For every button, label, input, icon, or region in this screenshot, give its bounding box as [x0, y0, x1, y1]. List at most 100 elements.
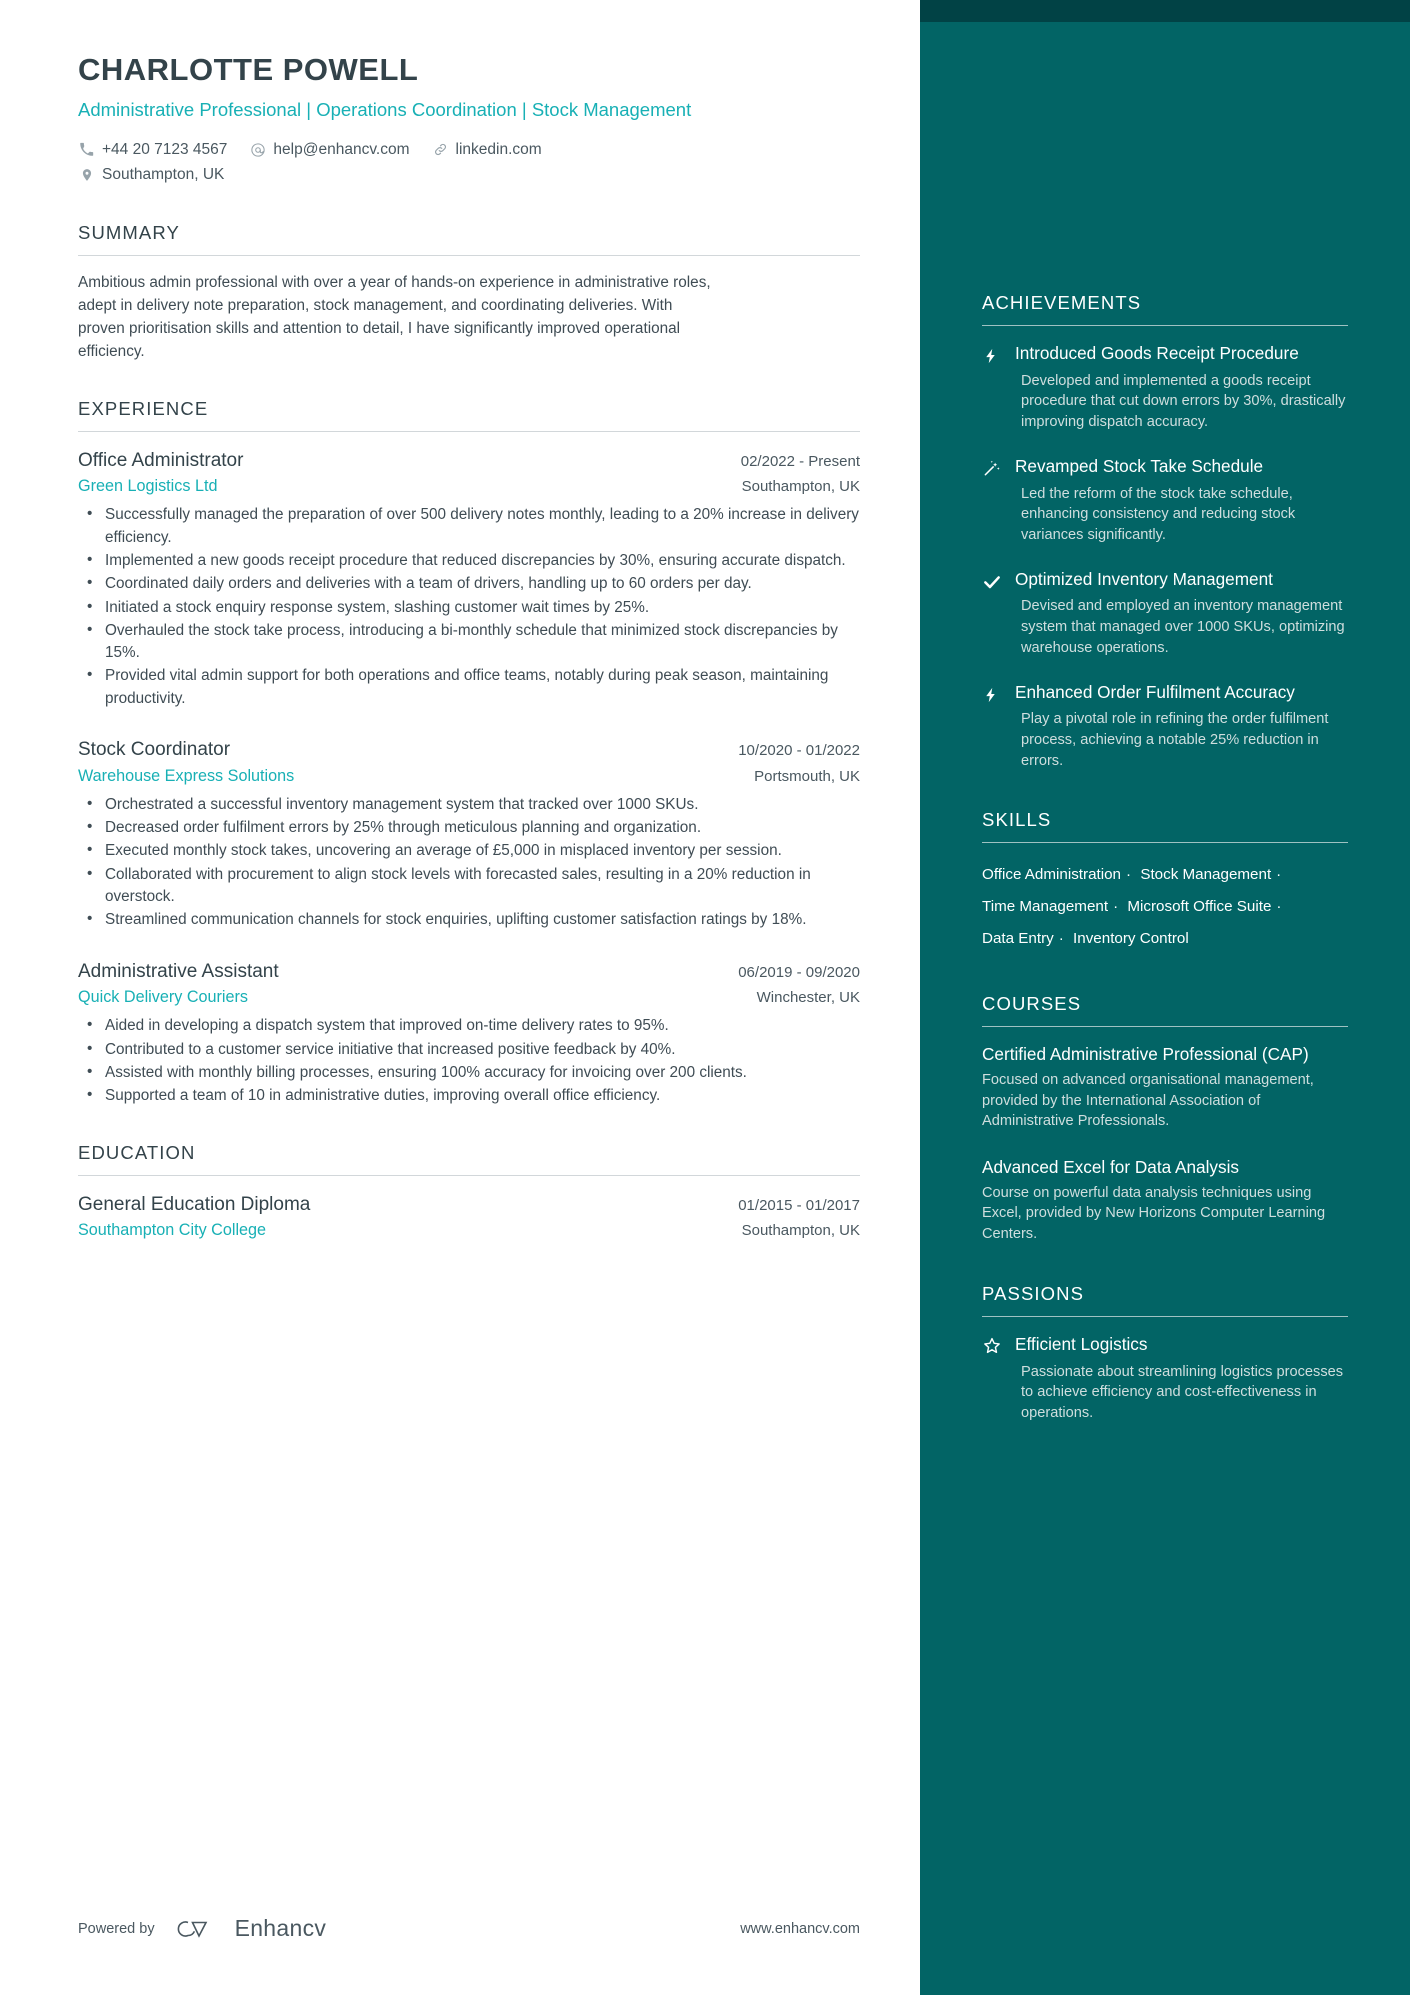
list-item: Assisted with monthly billing processes,…	[78, 1061, 860, 1084]
list-item: Provided vital admin support for both op…	[78, 664, 860, 710]
location-pin-icon	[78, 166, 95, 183]
school-name[interactable]: Southampton City College	[78, 1218, 266, 1243]
job-location: Portsmouth, UK	[754, 767, 860, 785]
sidebar-content: ACHIEVEMENTS Introduced Goods Receipt Pr…	[982, 0, 1348, 1424]
skill-separator: ·	[1113, 898, 1119, 916]
contact-linkedin[interactable]: linkedin.com	[432, 137, 542, 162]
job-role: Office Administrator	[78, 449, 244, 471]
job-dates: 06/2019 - 09/2020	[738, 963, 860, 981]
job-bullets: Successfully managed the preparation of …	[78, 503, 860, 710]
job-company[interactable]: Green Logistics Ltd	[78, 474, 217, 499]
achievement-item: Introduced Goods Receipt Procedure Devel…	[982, 342, 1348, 433]
education-entry-header: General Education Diploma 01/2015 - 01/2…	[78, 1191, 860, 1219]
list-item: Streamlined communication channels for s…	[78, 908, 860, 931]
email-icon	[249, 141, 266, 158]
contact-email-text: help@enhancv.com	[273, 141, 410, 159]
brand-name: Enhancv	[234, 1915, 327, 1941]
job-company[interactable]: Warehouse Express Solutions	[78, 764, 294, 789]
section-title-courses: COURSES	[982, 993, 1348, 1028]
main-column: CHARLOTTE POWELL Administrative Professi…	[0, 0, 920, 1995]
skill-tag: Time Management	[982, 898, 1109, 916]
achievement-desc: Developed and implemented a goods receip…	[1021, 372, 1346, 431]
experience-entry-header: Stock Coordinator 10/2020 - 01/2022	[78, 736, 860, 764]
degree-name: General Education Diploma	[78, 1193, 311, 1215]
list-item: Initiated a stock enquiry response syste…	[78, 595, 860, 619]
section-achievements: ACHIEVEMENTS Introduced Goods Receipt Pr…	[982, 292, 1348, 771]
experience-entry-header: Office Administrator 02/2022 - Present	[78, 447, 860, 475]
achievement-body: Optimized Inventory Management Devised a…	[1008, 568, 1348, 659]
experience-entry-header: Administrative Assistant 06/2019 - 09/20…	[78, 958, 860, 986]
experience-entry-subheader: Green Logistics Ltd Southampton, UK	[78, 474, 860, 499]
course-desc: Focused on advanced organisational manag…	[982, 1071, 1314, 1130]
skill-separator: ·	[1276, 866, 1282, 884]
list-item: Overhauled the stock take process, intro…	[78, 619, 860, 665]
job-bullets: Aided in developing a dispatch system th…	[78, 1014, 860, 1107]
star-outline-icon	[982, 1333, 1008, 1424]
contact-linkedin-text: linkedin.com	[455, 141, 542, 159]
contact-location-text: Southampton, UK	[102, 166, 225, 184]
experience-entry: Office Administrator 02/2022 - Present G…	[78, 447, 860, 711]
achievement-title: Optimized Inventory Management	[1015, 568, 1273, 589]
list-item: Decreased order fulfilment errors by 25%…	[78, 816, 860, 839]
job-dates: 10/2020 - 01/2022	[738, 742, 860, 760]
list-item: Successfully managed the preparation of …	[78, 503, 860, 549]
job-role: Administrative Assistant	[78, 960, 279, 982]
professional-headline: Administrative Professional | Operations…	[78, 98, 692, 120]
achievement-desc: Led the reform of the stock take schedul…	[1021, 485, 1296, 543]
contact-line-secondary: Southampton, UK	[78, 162, 860, 187]
list-item: Collaborated with procurement to align s…	[78, 863, 860, 909]
list-item: Executed monthly stock takes, uncovering…	[78, 839, 860, 862]
link-icon	[432, 141, 449, 158]
bolt-icon	[982, 681, 1008, 772]
education-entry-subheader: Southampton City College Southampton, UK	[78, 1218, 860, 1243]
enhancv-logo-icon	[172, 1916, 218, 1942]
contact-email[interactable]: help@enhancv.com	[249, 137, 410, 162]
course-item: Advanced Excel for Data Analysis Course …	[982, 1156, 1348, 1245]
course-title: Advanced Excel for Data Analysis	[982, 1157, 1239, 1178]
sidebar-top-band	[920, 0, 1410, 22]
section-skills: SKILLS Office Administration · Stock Mana…	[982, 809, 1348, 955]
passion-item: Efficient Logistics Passionate about str…	[982, 1333, 1348, 1424]
achievement-desc: Play a pivotal role in refining the orde…	[1021, 711, 1329, 769]
achievement-title: Revamped Stock Take Schedule	[1015, 455, 1264, 476]
school-location: Southampton, UK	[741, 1222, 860, 1240]
skill-tag: Data Entry	[982, 930, 1054, 948]
page-footer: Powered by Enhancv www.enhancv.com	[78, 1915, 860, 1942]
achievement-body: Enhanced Order Fulfilment Accuracy Play …	[1008, 681, 1348, 772]
section-passions: PASSIONS Efficient Logistics Passionate …	[982, 1283, 1348, 1424]
section-title-experience: EXPERIENCE	[78, 398, 860, 432]
website-url[interactable]: www.enhancv.com	[740, 1921, 860, 1937]
resume-page: CHARLOTTE POWELL Administrative Professi…	[0, 0, 1410, 1995]
section-courses: COURSES Certified Administrative Profess…	[982, 993, 1348, 1245]
job-company[interactable]: Quick Delivery Couriers	[78, 985, 248, 1010]
education-entry: General Education Diploma 01/2015 - 01/2…	[78, 1191, 860, 1244]
list-item: Orchestrated a successful inventory mana…	[78, 793, 860, 816]
contact-location: Southampton, UK	[78, 162, 224, 187]
list-item: Implemented a new goods receipt procedur…	[78, 549, 860, 572]
page-title: CHARLOTTE POWELL	[78, 52, 419, 87]
achievement-item: Revamped Stock Take Schedule Led the ref…	[982, 455, 1348, 546]
powered-by-label: Powered by	[78, 1920, 155, 1937]
course-desc: Course on powerful data analysis techniq…	[982, 1184, 1326, 1243]
section-title-passions: PASSIONS	[982, 1283, 1348, 1317]
bolt-icon	[982, 342, 1008, 433]
magic-wand-icon	[982, 455, 1008, 546]
list-item: Coordinated daily orders and deliveries …	[78, 572, 860, 595]
degree-dates: 01/2015 - 01/2017	[738, 1196, 860, 1214]
skills-list: Office Administration · Stock Management ·…	[982, 859, 1348, 955]
experience-entry-subheader: Warehouse Express Solutions Portsmouth, …	[78, 764, 860, 789]
course-title: Certified Administrative Professional (C…	[982, 1044, 1309, 1065]
sidebar: ACHIEVEMENTS Introduced Goods Receipt Pr…	[920, 0, 1410, 1995]
list-item: Supported a team of 10 in administrative…	[78, 1084, 860, 1107]
section-experience: EXPERIENCE Office Administrator 02/2022 …	[78, 398, 860, 1108]
contact-phone[interactable]: +44 20 7123 4567	[78, 137, 227, 162]
section-title-summary: SUMMARY	[78, 222, 860, 256]
experience-entry: Administrative Assistant 06/2019 - 09/20…	[78, 958, 860, 1108]
skill-tag: Inventory Control	[1073, 930, 1189, 948]
list-item: Aided in developing a dispatch system th…	[78, 1014, 860, 1037]
section-education: EDUCATION General Education Diploma 01/2…	[78, 1142, 860, 1244]
skill-separator: ·	[1126, 866, 1132, 884]
job-role: Stock Coordinator	[78, 739, 231, 761]
contact-line-primary: +44 20 7123 4567 help@enhancv.com linked…	[78, 137, 860, 162]
course-item: Certified Administrative Professional (C…	[982, 1043, 1348, 1132]
